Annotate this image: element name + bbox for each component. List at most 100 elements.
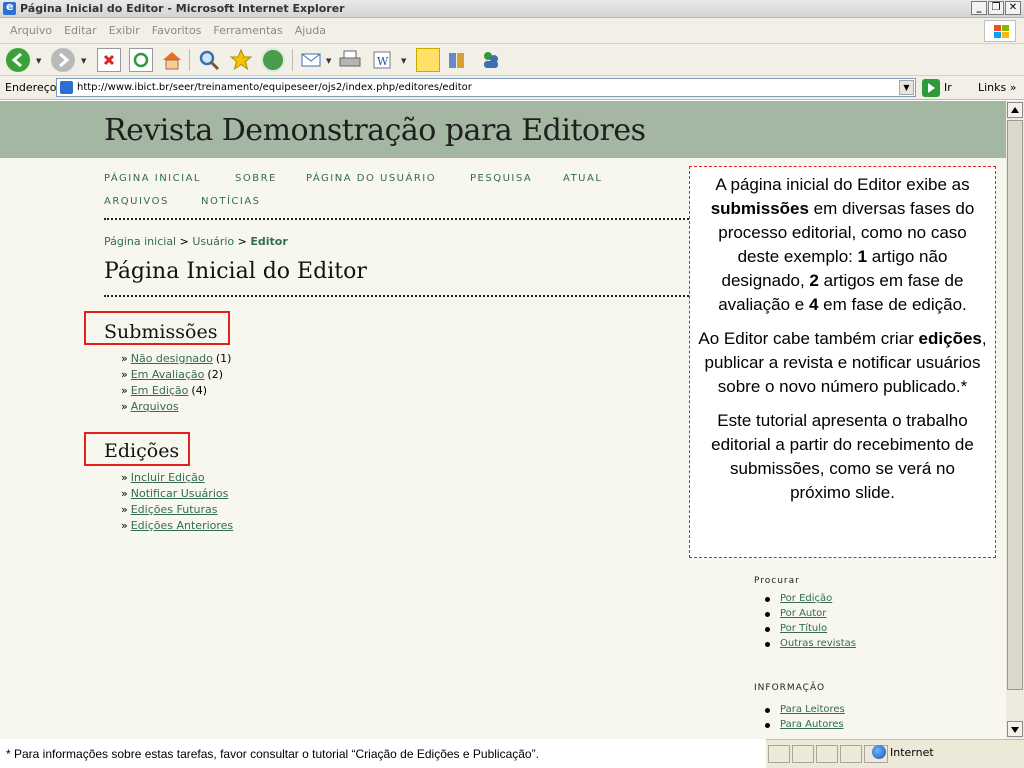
title-divider: [104, 295, 689, 297]
page-title: Página Inicial do Editor: [104, 259, 367, 284]
back-icon[interactable]: [6, 48, 30, 72]
submissions-archives-link[interactable]: Arquivos: [131, 400, 179, 413]
submissions-unassigned-link[interactable]: Não designado: [131, 352, 213, 365]
nav-about[interactable]: SOBRE: [235, 173, 277, 184]
submissions-in-editing-link[interactable]: Em Edição: [131, 384, 189, 397]
back-issues-link[interactable]: Edições Anteriores: [131, 519, 233, 532]
messenger-icon[interactable]: [479, 48, 503, 72]
callout-text: Ao Editor cabe também criar: [698, 329, 919, 348]
mail-dropdown-icon[interactable]: ▼: [326, 57, 331, 65]
breadcrumb-separator: >: [237, 235, 247, 248]
submissions-in-review-link[interactable]: Em Avaliação: [131, 368, 205, 381]
url-input[interactable]: [77, 80, 897, 95]
list-item: » Edições Anteriores: [121, 519, 233, 535]
list-item: Por Título: [765, 623, 856, 638]
svg-text:W: W: [377, 55, 389, 68]
other-journals-link[interactable]: Outras revistas: [780, 638, 856, 649]
for-readers-link[interactable]: Para Leitores: [780, 704, 845, 715]
history-icon[interactable]: [261, 48, 285, 72]
nav-search[interactable]: PESQUISA: [470, 173, 532, 184]
callout-paragraph-2: Ao Editor cabe também criar edições, pub…: [698, 327, 987, 399]
home-icon[interactable]: [160, 48, 184, 72]
forward-icon[interactable]: [51, 48, 75, 72]
nav-home[interactable]: PÁGINA INICIAL: [104, 173, 201, 184]
bullet-icon: »: [121, 400, 128, 413]
address-field[interactable]: ▼: [56, 78, 916, 97]
print-icon[interactable]: [338, 48, 362, 72]
menu-file[interactable]: Arquivo: [4, 24, 58, 37]
vertical-scrollbar[interactable]: [1006, 101, 1024, 739]
address-dropdown-icon[interactable]: ▼: [899, 80, 914, 95]
callout-text: A página inicial do Editor exibe as: [715, 175, 970, 194]
page-viewport: Revista Demonstração para Editores PÁGIN…: [0, 101, 1006, 739]
address-label: Endereço: [5, 81, 57, 94]
callout-bold: 2: [809, 271, 819, 290]
site-title: Revista Demonstração para Editores: [104, 113, 646, 148]
menu-favorites[interactable]: Favoritos: [146, 24, 208, 37]
future-issues-link[interactable]: Edições Futuras: [131, 503, 218, 516]
research-icon[interactable]: [446, 48, 470, 72]
callout-paragraph-1: A página inicial do Editor exibe as subm…: [698, 173, 987, 317]
toolbar-separator: [189, 49, 190, 71]
search-icon[interactable]: [197, 48, 221, 72]
nav-archives[interactable]: ARQUIVOS: [104, 196, 169, 207]
favorites-icon[interactable]: [229, 48, 253, 72]
scroll-up-icon[interactable]: [1007, 102, 1023, 118]
status-cell: [792, 745, 814, 763]
refresh-icon[interactable]: [129, 48, 153, 72]
links-button[interactable]: Links »: [978, 81, 1017, 94]
go-icon[interactable]: [922, 79, 940, 97]
nav-current[interactable]: ATUAL: [563, 173, 602, 184]
browse-by-title-link[interactable]: Por Título: [780, 623, 827, 634]
callout-text: em fase de edição.: [818, 295, 967, 314]
security-zone-label: Internet: [890, 746, 934, 759]
minimize-button[interactable]: _: [971, 1, 987, 15]
mail-icon[interactable]: [300, 48, 324, 72]
list-item: Para Autores: [765, 719, 845, 734]
bullet-icon: »: [121, 471, 128, 484]
scroll-thumb[interactable]: [1007, 120, 1023, 690]
browse-by-issue-link[interactable]: Por Edição: [780, 593, 832, 604]
restore-button[interactable]: ❐: [988, 1, 1004, 15]
bullet-icon: »: [121, 384, 128, 397]
status-cell: [768, 745, 790, 763]
breadcrumb: Página inicial > Usuário > Editor: [104, 235, 288, 248]
submissions-unassigned-count: (1): [215, 352, 232, 365]
menu-help[interactable]: Ajuda: [289, 24, 332, 37]
page-icon: [60, 81, 73, 94]
breadcrumb-user[interactable]: Usuário: [192, 235, 234, 248]
callout-bold: submissões: [710, 199, 809, 218]
list-item: » Em Edição (4): [121, 384, 231, 400]
breadcrumb-current[interactable]: Editor: [250, 235, 287, 248]
menu-view[interactable]: Exibir: [103, 24, 146, 37]
back-dropdown-icon[interactable]: ▼: [36, 57, 41, 65]
for-authors-link[interactable]: Para Autores: [780, 719, 844, 730]
nav-announcements[interactable]: NOTÍCIAS: [201, 196, 261, 207]
menu-edit[interactable]: Editar: [58, 24, 103, 37]
callout-paragraph-3: Este tutorial apresenta o trabalho edito…: [711, 411, 974, 502]
browse-by-author-link[interactable]: Por Autor: [780, 608, 826, 619]
submissions-in-review-count: (2): [207, 368, 223, 381]
list-item: » Não designado (1): [121, 352, 231, 368]
forward-dropdown-icon[interactable]: ▼: [81, 57, 86, 65]
menu-tools[interactable]: Ferramentas: [207, 24, 288, 37]
ie-icon: [3, 0, 16, 15]
edit-dropdown-icon[interactable]: ▼: [401, 57, 406, 65]
close-button[interactable]: ✕: [1005, 1, 1021, 15]
title-bar: Página Inicial do Editor - Microsoft Int…: [0, 0, 1024, 18]
bullet-icon: »: [121, 487, 128, 500]
breadcrumb-home[interactable]: Página inicial: [104, 235, 176, 248]
notes-icon[interactable]: [416, 48, 440, 72]
scroll-down-icon[interactable]: [1007, 721, 1023, 737]
window-controls: _ ❐ ✕: [971, 1, 1021, 15]
editions-list: » Incluir Edição » Notificar Usuários » Edi…: [121, 471, 233, 535]
internet-zone-icon: [872, 745, 886, 759]
bullet-icon: »: [121, 368, 128, 381]
create-issue-link[interactable]: Incluir Edição: [131, 471, 205, 484]
notify-users-link[interactable]: Notificar Usuários: [131, 487, 229, 500]
nav-user-home[interactable]: PÁGINA DO USUÁRIO: [306, 173, 436, 184]
stop-icon[interactable]: [97, 48, 121, 72]
list-item: Por Autor: [765, 608, 856, 623]
go-button[interactable]: Ir: [944, 81, 952, 94]
edit-icon[interactable]: W: [370, 48, 394, 72]
